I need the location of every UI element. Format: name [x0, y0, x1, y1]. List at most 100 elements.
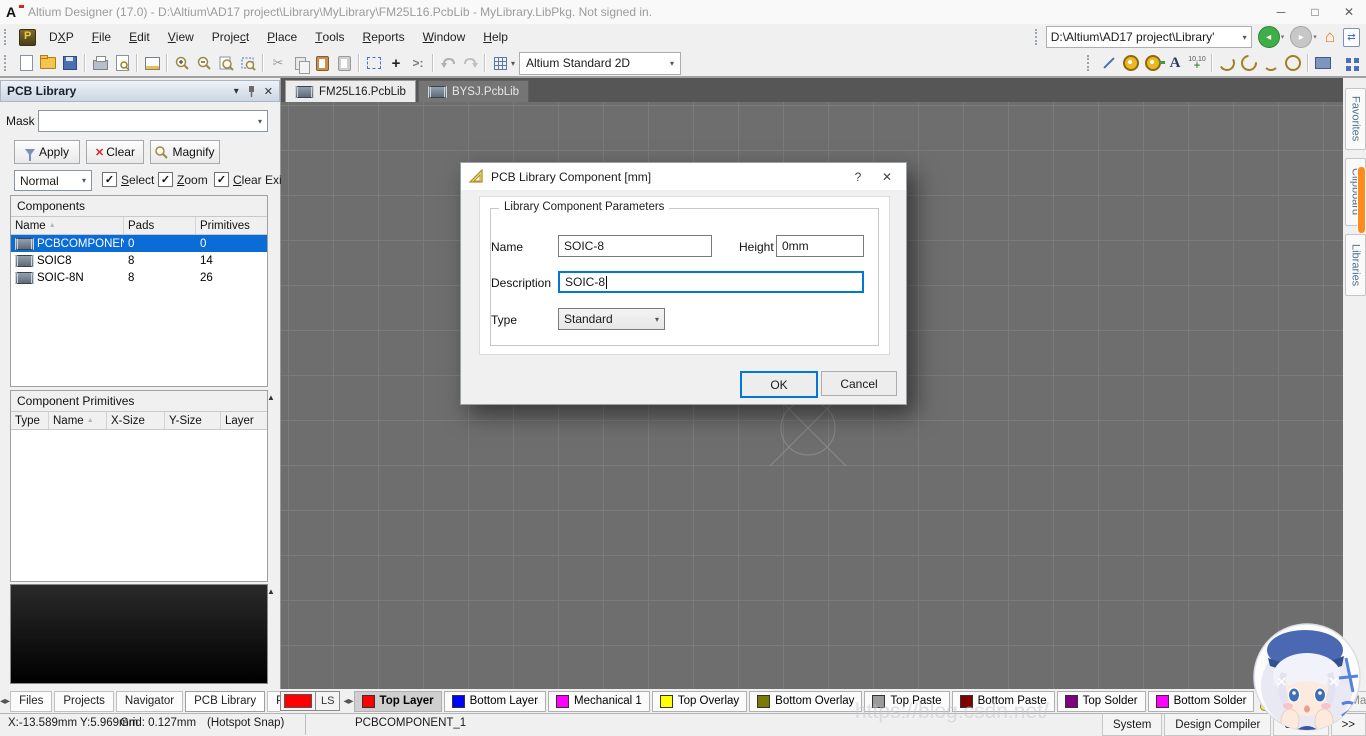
paste-special-button[interactable] — [334, 53, 354, 73]
status-panel-button[interactable]: System — [1102, 714, 1162, 736]
type-combo[interactable]: Standard ▾ — [558, 308, 665, 330]
menu-item[interactable]: Project — [203, 26, 258, 48]
view-mode-combo[interactable]: Normal ▾ — [14, 170, 92, 191]
reposition-button[interactable]: >: — [408, 53, 428, 73]
place-line-button[interactable] — [1099, 53, 1119, 73]
menu-item[interactable]: DXP — [40, 26, 83, 48]
open-document-button[interactable] — [38, 53, 58, 73]
panel-close-icon[interactable]: ✕ — [264, 85, 273, 98]
layer-tab[interactable]: Bottom Solder — [1148, 691, 1255, 712]
place-arc-edge-button[interactable] — [1239, 53, 1259, 73]
menu-item[interactable]: File — [83, 26, 120, 48]
place-string-button[interactable]: A — [1165, 53, 1185, 73]
mask-combo[interactable]: ▾ — [38, 110, 268, 132]
column-header-type[interactable]: Type — [11, 412, 49, 429]
set-origin-button[interactable]: 10,10+ — [1187, 53, 1207, 73]
print-button[interactable] — [90, 53, 110, 73]
panel-menu-icon[interactable]: ▾ — [234, 86, 239, 97]
column-header-xsize[interactable]: X-Size — [107, 412, 165, 429]
layer-tab[interactable]: Top Solder — [1057, 691, 1146, 712]
print-preview-button[interactable] — [112, 53, 132, 73]
back-button[interactable]: ◂ — [1258, 26, 1280, 48]
forward-button[interactable]: ▸ — [1290, 26, 1312, 48]
description-field[interactable]: SOIC-8 — [558, 271, 864, 293]
zoom-in-button[interactable] — [172, 53, 192, 73]
sync-button[interactable]: ⇄ — [1343, 28, 1360, 47]
forward-dropdown-icon[interactable]: ▾ — [1313, 33, 1317, 41]
clear-button[interactable]: ✕ Clear — [86, 140, 144, 164]
grid-settings-button[interactable] — [490, 53, 510, 73]
column-header-layer[interactable]: Layer — [221, 412, 267, 429]
copy-button[interactable] — [290, 53, 310, 73]
layer-tab[interactable]: Top Layer — [354, 691, 442, 712]
menu-item[interactable]: Place — [258, 26, 306, 48]
collapse-primitives-icon[interactable]: ▲ — [265, 391, 277, 403]
right-panel-tab[interactable]: Favorites — [1345, 88, 1366, 150]
ok-button[interactable]: OK — [740, 371, 818, 398]
layer-set-box[interactable]: LS — [280, 691, 340, 711]
panel-tab[interactable]: Files — [10, 691, 52, 712]
height-field[interactable]: 0mm — [776, 235, 864, 257]
maximize-button[interactable]: □ — [1298, 0, 1332, 24]
magnify-button[interactable]: Magnify — [150, 140, 220, 164]
footprint-preview[interactable] — [10, 584, 268, 684]
view-style-combo[interactable]: Altium Standard 2D ▾ — [519, 52, 681, 75]
minimize-button[interactable]: ─ — [1264, 0, 1298, 24]
dialog-help-button[interactable]: ? — [847, 170, 869, 184]
column-header-name[interactable]: Name▲ — [49, 412, 107, 429]
column-header-pads[interactable]: Pads — [124, 217, 196, 234]
grid-dropdown-icon[interactable]: ▾ — [511, 59, 515, 68]
menu-item[interactable]: Window — [414, 26, 475, 48]
toolbar-grip[interactable] — [1087, 55, 1094, 71]
panel-tab[interactable]: PC — [267, 691, 280, 712]
apply-button[interactable]: Apply — [14, 140, 80, 164]
workspace-panels-button[interactable] — [142, 53, 162, 73]
panel-tab[interactable]: PCB Library — [185, 691, 265, 712]
home-button[interactable]: ⌂ — [1325, 27, 1335, 47]
place-full-circle-button[interactable] — [1283, 53, 1303, 73]
right-panel-tab[interactable]: Libraries — [1345, 234, 1366, 296]
checkbox[interactable]: Select — [102, 172, 154, 187]
menu-item[interactable]: View — [159, 26, 203, 48]
cancel-button[interactable]: Cancel — [821, 371, 897, 396]
menu-item[interactable]: Tools — [306, 26, 353, 48]
zoom-area-button[interactable] — [238, 53, 258, 73]
toolbar-grip[interactable] — [4, 29, 11, 45]
layer-tab[interactable]: Bottom Paste — [952, 691, 1055, 712]
zoom-out-button[interactable] — [194, 53, 214, 73]
panel-tab[interactable]: Navigator — [116, 691, 183, 712]
back-dropdown-icon[interactable]: ▾ — [1281, 33, 1285, 41]
panel-tab[interactable]: Projects — [54, 691, 114, 712]
cut-button[interactable]: ✂ — [268, 53, 288, 73]
component-row[interactable]: SOIC8 8 14 — [11, 252, 267, 269]
place-via-button[interactable] — [1143, 53, 1163, 73]
toolbar-grip[interactable] — [4, 55, 11, 71]
layer-tab[interactable]: Top Overlay — [652, 691, 747, 712]
component-row[interactable]: SOIC-8N 8 26 — [11, 269, 267, 286]
layer-tab[interactable]: Bottom Overlay — [749, 691, 862, 712]
menu-item[interactable]: Help — [474, 26, 517, 48]
place-pad-button[interactable] — [1121, 53, 1141, 73]
layer-tab[interactable]: Mechanical 1 — [548, 691, 650, 712]
toolbar-grip[interactable] — [1035, 29, 1042, 45]
component-row[interactable]: PCBCOMPONENT_ 0 0 — [11, 235, 267, 252]
place-arc-center-button[interactable] — [1217, 53, 1237, 73]
move-object-button[interactable]: + — [386, 53, 406, 73]
layer-tab[interactable]: Top Paste — [864, 691, 949, 712]
dialog-close-button[interactable]: ✕ — [876, 170, 898, 184]
redo-button[interactable] — [460, 53, 480, 73]
layer-tab[interactable]: Bottom Layer — [444, 691, 546, 712]
pin-icon[interactable] — [247, 85, 256, 97]
address-combo[interactable]: D:\Altium\AD17 project\Library' ▾ — [1046, 26, 1252, 48]
checkbox[interactable]: Zoom — [158, 172, 208, 187]
undo-button[interactable] — [438, 53, 458, 73]
array-paste-button[interactable] — [1335, 53, 1355, 73]
place-fill-button[interactable] — [1313, 53, 1333, 73]
menu-item[interactable]: Reports — [354, 26, 414, 48]
column-header-primitives[interactable]: Primitives — [196, 217, 267, 234]
place-arc-any-button[interactable] — [1261, 53, 1281, 73]
close-button[interactable]: ✕ — [1332, 0, 1366, 24]
document-tab[interactable]: FM25L16.PcbLib — [285, 80, 416, 102]
fit-document-button[interactable] — [216, 53, 236, 73]
scrollbar-thumb[interactable] — [1357, 166, 1366, 234]
